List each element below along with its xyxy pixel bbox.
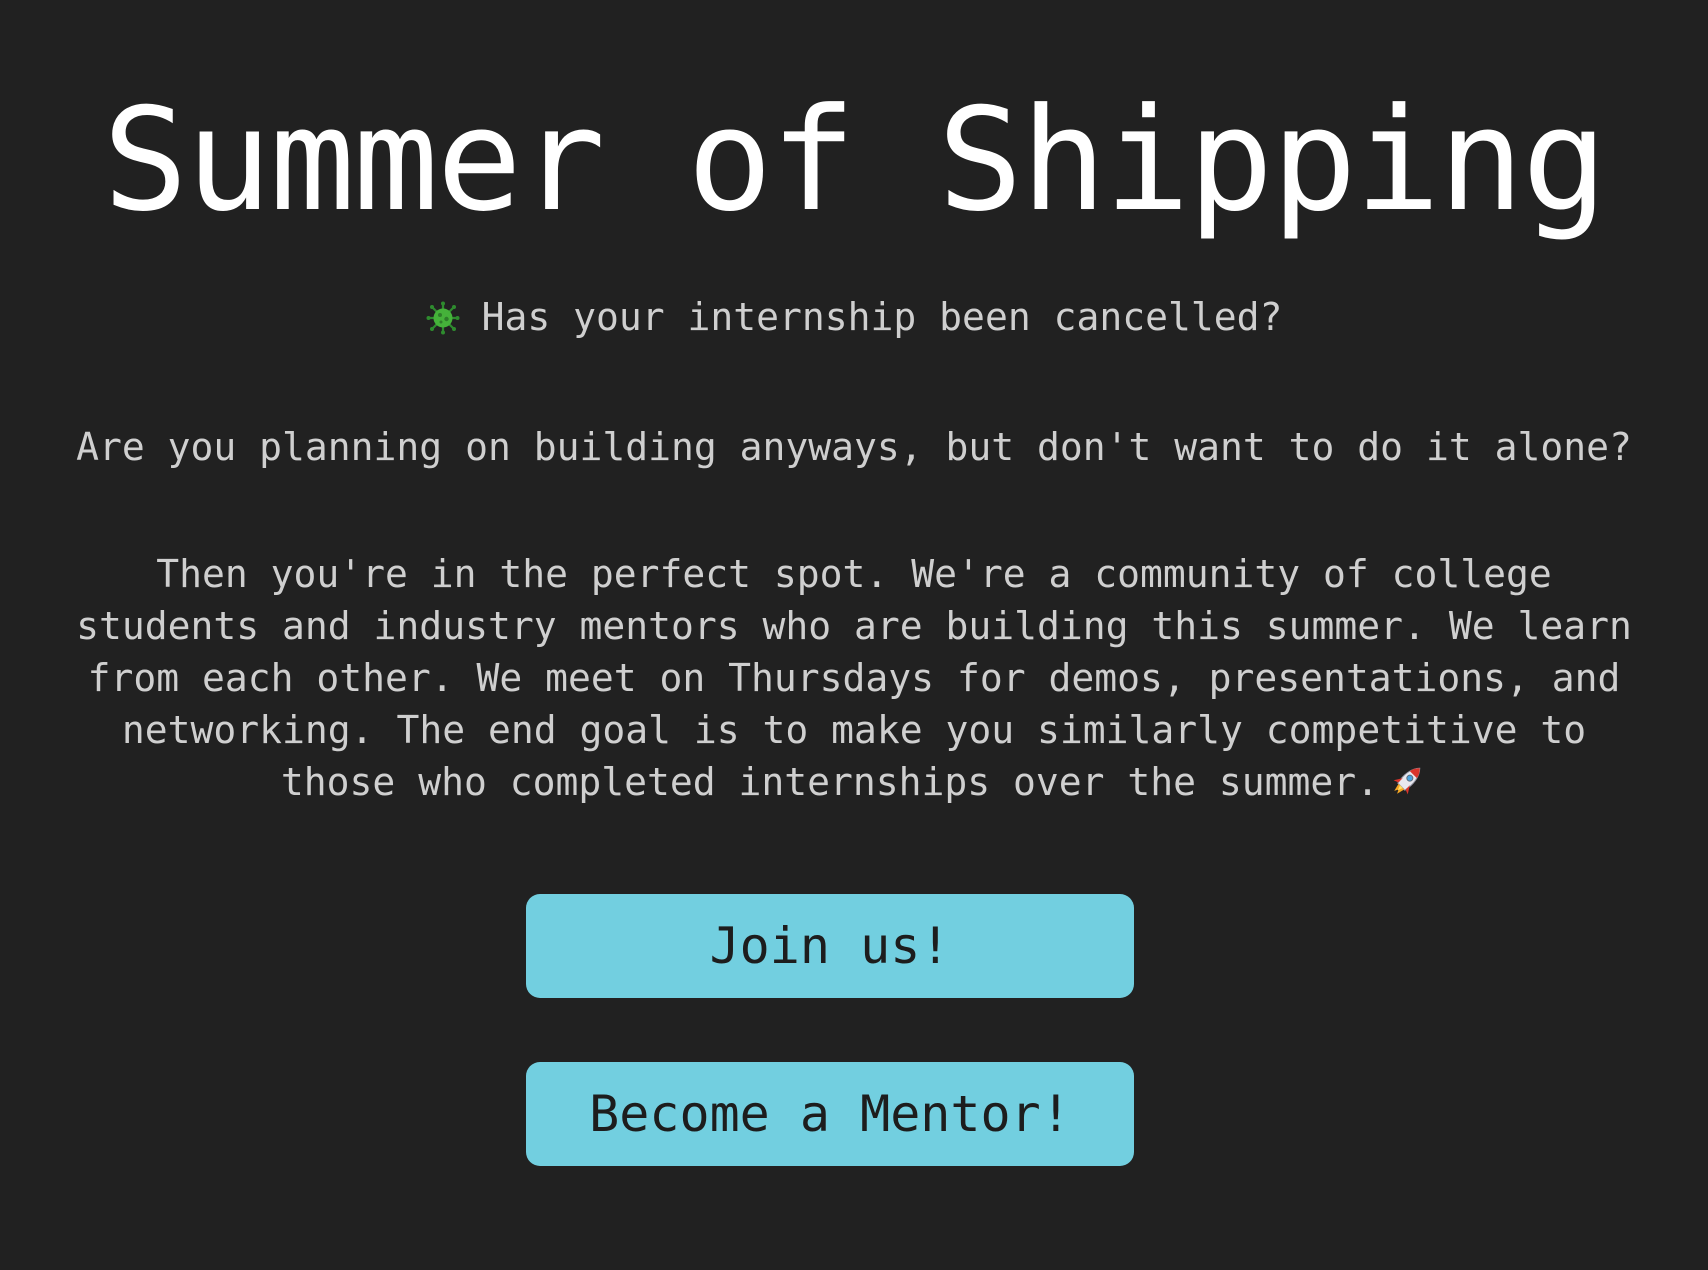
description-line: students and industry mentors who are bu… [76,604,1632,648]
description-line: networking. The end goal is to make you … [121,708,1587,752]
page-title: Summer of Shipping [102,78,1608,243]
description-line: Then you're in the perfect spot. We're a… [156,552,1552,596]
subtitle: Has your internship been cancelled? [0,295,1708,339]
virus-icon [426,301,460,335]
intro-question: Are you planning on building anyways, bu… [76,425,1632,469]
description-line: those who completed internships over the… [280,760,1380,804]
join-us-button[interactable]: Join us! [526,894,1134,998]
subtitle-text: Has your internship been cancelled? [481,295,1283,339]
landing-page: Summer of Shipping Has your internship b… [0,0,1708,1270]
description-paragraph: Then you're in the perfect spot. We're a… [40,548,1668,808]
rocket-icon [1393,767,1421,795]
become-mentor-button[interactable]: Become a Mentor! [526,1062,1134,1166]
description-line: from each other. We meet on Thursdays fo… [87,656,1621,700]
description-last-line: those who completed internships over the… [40,756,1668,808]
